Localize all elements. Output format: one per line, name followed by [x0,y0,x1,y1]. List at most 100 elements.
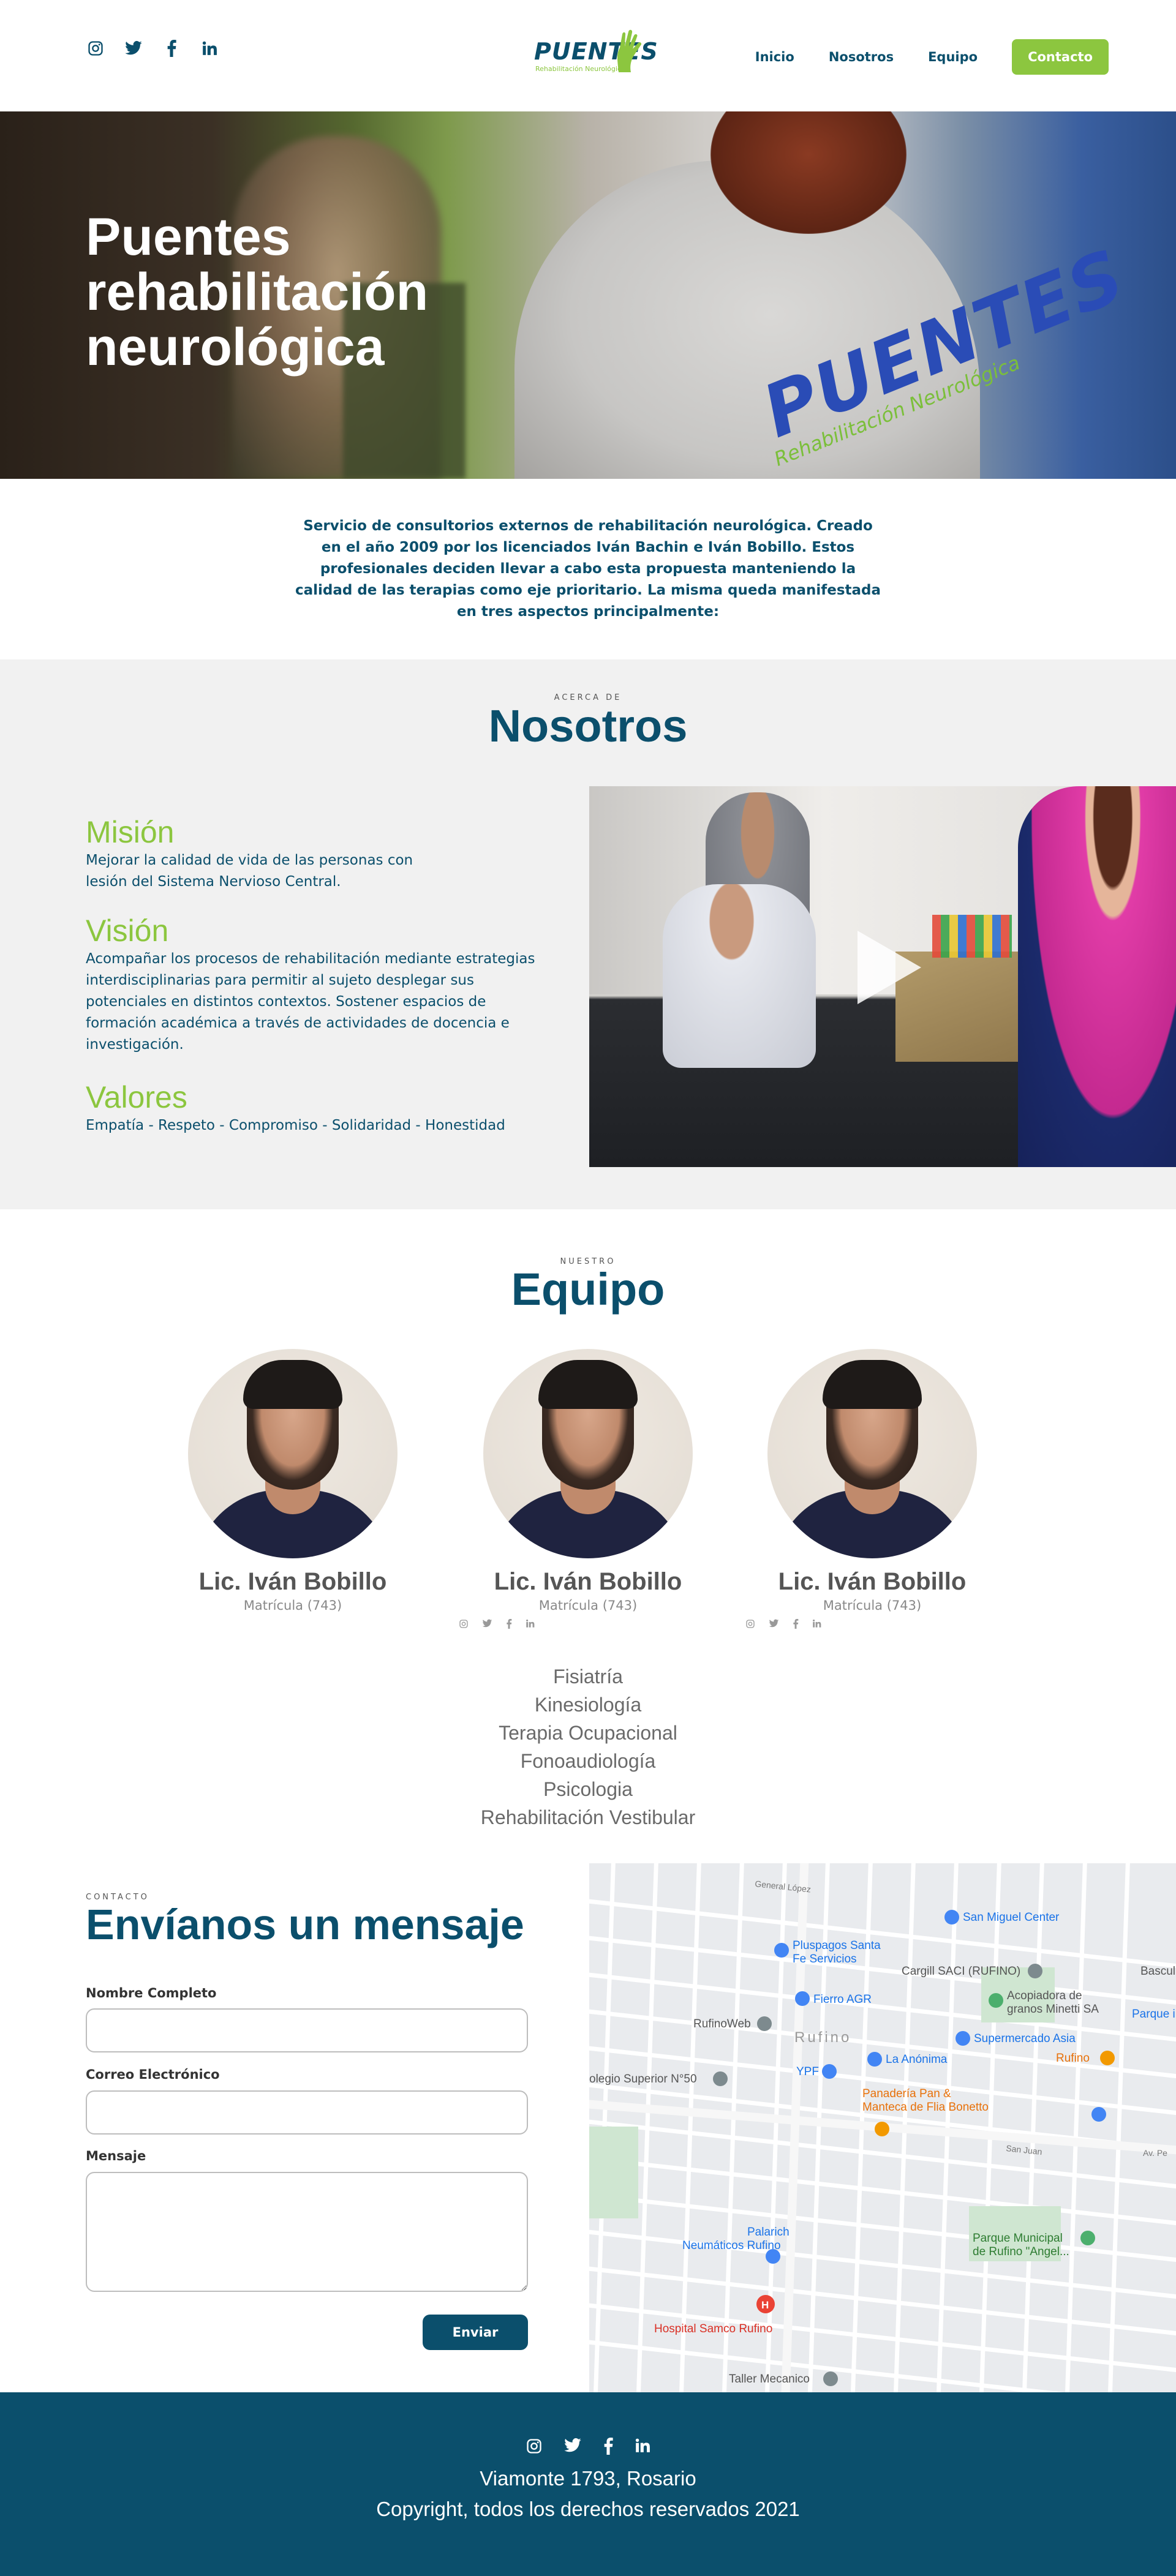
nosotros-section: ACERCA DE Nosotros Misión Mejorar la cal… [0,659,1176,1209]
linkedin-icon[interactable] [200,39,219,58]
map-pin-ypf[interactable]: YPF [796,2064,837,2079]
instagram-icon[interactable] [86,39,105,58]
mision-block: Misión Mejorar la calidad de vida de las… [86,814,417,893]
map-pin-la-anonima[interactable]: La Anónima [867,2052,948,2067]
map-pin-rufino-restaurant[interactable]: Rufino [1056,2051,1115,2065]
avatar [767,1349,977,1558]
linkedin-icon[interactable] [812,1619,821,1628]
service-item: Kinesiología [534,1694,642,1716]
svg-text:Supermercado Asia: Supermercado Asia [974,2032,1076,2045]
map-pin-fierro[interactable]: Fierro AGR [795,1991,872,2006]
send-button[interactable]: Enviar [423,2315,528,2350]
footer-social-links [0,2438,1176,2455]
svg-text:olegio Superior N°50: olegio Superior N°50 [589,2073,697,2086]
contact-section: CONTACTO Envíanos un mensaje Nombre Comp… [0,1863,1176,2392]
svg-text:Panadería Pan &: Panadería Pan & [862,2087,951,2100]
hero-title: Puentes rehabilitación neurológica [86,208,429,377]
svg-text:Acopiadora de: Acopiadora de [1007,1989,1082,2002]
facebook-icon[interactable] [506,1619,512,1629]
nav-nosotros[interactable]: Nosotros [829,50,894,64]
member-name: Lic. Iván Bobillo [494,1568,682,1595]
video-thumbnail-patient [663,884,816,1068]
service-item: Psicologia [543,1778,633,1800]
facebook-icon[interactable] [162,39,181,58]
team-member-card: Lic. Iván Bobillo Matrícula (743) [164,1349,421,1613]
location-map[interactable]: General López San Juan Av. Pe Rufino San… [589,1863,1176,2392]
site-logo[interactable]: PUENTES Rehabilitación Neurológica [534,29,658,78]
logo-hand-icon [617,29,642,72]
map-pin-rufinoweb[interactable]: RufinoWeb [693,2016,772,2031]
service-item: Fonoaudiología [520,1750,656,1772]
map-label-parque-in: Parque in [1132,2008,1176,2021]
svg-text:Fe Servicios: Fe Servicios [793,1953,857,1966]
footer-copyright: Copyright, todos los derechos reservados… [376,2498,800,2520]
nav-equipo[interactable]: Equipo [928,50,978,64]
vision-title: Visión [86,914,169,948]
twitter-icon[interactable] [482,1619,492,1628]
intro-section: Servicio de consultorios externos de reh… [0,479,1176,659]
service-item: Rehabilitación Vestibular [480,1806,696,1828]
contact-button[interactable]: Contacto [1012,39,1109,75]
map-pin-supermercado-asia[interactable]: Supermercado Asia [956,2031,1076,2046]
svg-text:Parque Municipal: Parque Municipal [973,2232,1063,2245]
valores-title: Valores [86,1080,187,1114]
name-label: Nombre Completo [86,1986,217,2000]
nosotros-title: Nosotros [488,700,688,751]
header-social-links [86,39,219,58]
mision-text: Mejorar la calidad de vida de las person… [86,852,413,890]
map-town-rufino: Rufino [794,2029,851,2046]
services-list: Fisiatría Kinesiología Terapia Ocupacion… [0,1662,1176,1831]
avatar [188,1349,398,1558]
map-street-av-pe: Av. Pe [1143,2148,1167,2158]
svg-text:YPF: YPF [796,2065,819,2078]
svg-text:San Miguel Center: San Miguel Center [963,1911,1060,1924]
linkedin-icon[interactable] [526,1619,535,1628]
page: PUENTES Rehabilitación Neurológica Inici… [0,0,1176,2576]
member-license: Matrícula (743) [823,1598,922,1613]
site-footer: Viamonte 1793, Rosario Copyright, todos … [0,2392,1176,2576]
vision-text: Acompañar los procesos de rehabilitación… [86,951,535,1053]
map-pin-unnamed[interactable] [1091,2107,1106,2122]
member-name: Lic. Iván Bobillo [778,1568,967,1595]
play-icon[interactable] [858,931,921,1004]
facebook-icon[interactable] [793,1619,799,1629]
team-member-card: Lic. Iván Bobillo Matrícula (743) [459,1349,717,1630]
svg-text:Palarich: Palarich [747,2226,790,2239]
video-thumbnail-toy [932,915,1012,958]
svg-text:Cargill SACI (RUFINO): Cargill SACI (RUFINO) [902,1965,1020,1978]
nav-inicio[interactable]: Inicio [755,50,794,64]
svg-text:Fierro AGR: Fierro AGR [813,1993,872,2006]
member-name: Lic. Iván Bobillo [198,1568,387,1595]
mision-title: Misión [86,815,175,849]
instagram-icon[interactable] [459,1619,469,1629]
video-thumbnail-assistant [1018,786,1176,1167]
name-field[interactable] [86,2008,528,2052]
member-social-links [566,1619,1001,1630]
twitter-icon[interactable] [769,1619,779,1628]
valores-text: Empatía - Respeto - Compromiso - Solidar… [86,1117,505,1133]
main-nav: Inicio Nosotros Equipo Contacto [755,39,1109,75]
email-field[interactable] [86,2090,528,2135]
video-player[interactable] [589,786,1176,1167]
message-label: Mensaje [86,2149,146,2163]
intro-text: Servicio de consultorios externos de reh… [295,518,881,620]
facebook-icon[interactable] [603,2438,614,2455]
twitter-icon[interactable] [124,39,143,58]
instagram-icon[interactable] [745,1619,755,1629]
twitter-icon[interactable] [564,2438,582,2454]
email-label: Correo Electrónico [86,2067,220,2082]
contact-title: Envíanos un mensaje [86,1901,524,1948]
svg-text:granos Minetti SA: granos Minetti SA [1007,2003,1099,2016]
message-field[interactable] [86,2172,528,2292]
svg-text:Taller Mecanico: Taller Mecanico [729,2373,810,2386]
member-license: Matrícula (743) [243,1598,342,1613]
svg-text:de Rufino "Angel...: de Rufino "Angel... [973,2245,1069,2258]
linkedin-icon[interactable] [635,2438,650,2454]
equipo-title: Equipo [511,1264,665,1315]
svg-text:La Anónima: La Anónima [886,2053,948,2066]
instagram-icon[interactable] [526,2438,543,2455]
svg-text:RufinoWeb: RufinoWeb [693,2018,751,2030]
service-item: Terapia Ocupacional [499,1722,677,1744]
site-header: PUENTES Rehabilitación Neurológica Inici… [0,0,1176,111]
svg-text:Rufino: Rufino [1056,2052,1090,2065]
